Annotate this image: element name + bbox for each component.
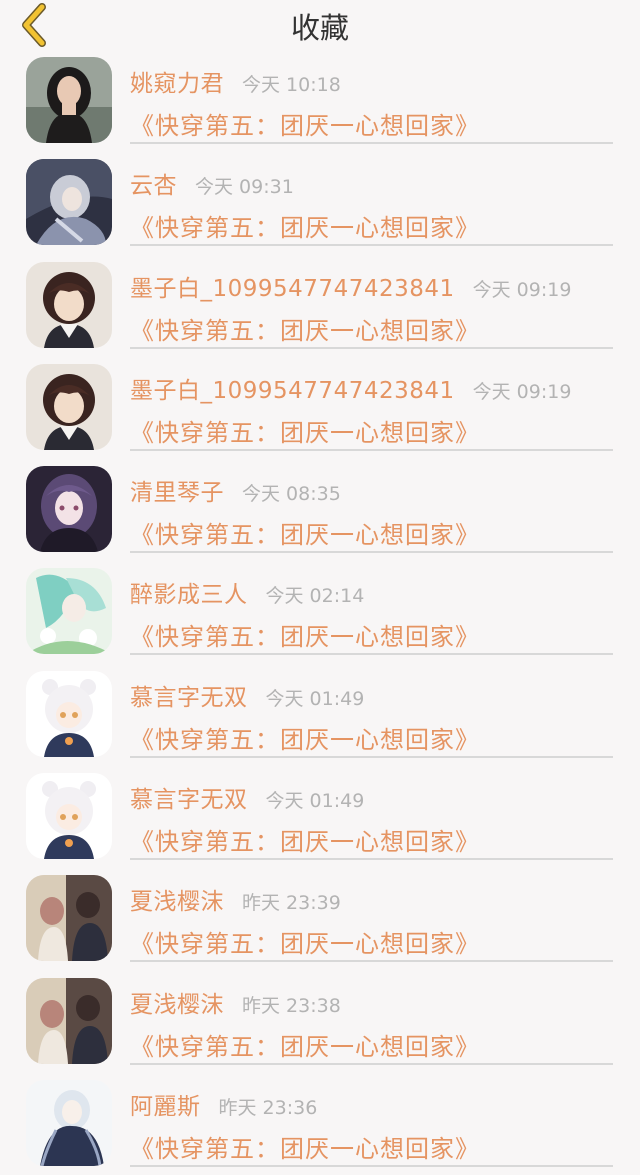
timestamp: 昨天 23:38 xyxy=(242,994,341,1017)
avatar[interactable] xyxy=(26,159,112,246)
favorites-list: 姚窥力君 今天 10:18 《快穿第五：团厌一心想回家》 云杏 今天 09:31… xyxy=(0,50,640,1175)
avatar[interactable] xyxy=(26,977,112,1064)
timestamp: 昨天 23:36 xyxy=(218,1096,318,1119)
list-item[interactable]: 姚窥力君 今天 10:18 《快穿第五：团厌一心想回家》 xyxy=(0,50,640,152)
timestamp: 今天 02:14 xyxy=(265,585,365,608)
timestamp: 今天 10:18 xyxy=(242,74,341,96)
book-title[interactable]: 《快穿第五：团厌一心想回家》 xyxy=(130,515,480,550)
item-header: 姚窥力君 今天 10:18 xyxy=(130,64,341,98)
book-title[interactable]: 《快穿第五：团厌一心想回家》 xyxy=(130,924,480,959)
timestamp: 今天 01:49 xyxy=(265,790,365,813)
list-item[interactable]: 云杏 今天 09:31 《快穿第五：团厌一心想回家》 xyxy=(0,152,640,254)
avatar[interactable] xyxy=(26,773,112,860)
book-title[interactable]: 《快穿第五：团厌一心想回家》 xyxy=(130,311,480,346)
item-header: 夏浅樱沫 昨天 23:38 xyxy=(130,985,341,1019)
list-item[interactable]: 墨子白_1099547747423841 今天 09:19 《快穿第五：团厌一心… xyxy=(0,255,640,357)
divider xyxy=(130,653,613,656)
divider xyxy=(130,142,613,144)
avatar[interactable] xyxy=(26,363,112,450)
list-item[interactable]: 清里琴子 今天 08:35 《快穿第五：团厌一心想回家》 xyxy=(0,459,640,561)
book-title[interactable]: 《快穿第五：团厌一心想回家》 xyxy=(130,1027,480,1062)
avatar[interactable] xyxy=(26,568,112,655)
divider xyxy=(130,244,613,247)
timestamp: 今天 08:35 xyxy=(242,483,341,506)
item-header: 夏浅樱沫 昨天 23:39 xyxy=(130,882,341,916)
item-header: 醉影成三人 今天 02:14 xyxy=(130,575,364,609)
list-item[interactable]: 墨子白_1099547747423841 今天 09:19 《快穿第五：团厌一心… xyxy=(0,357,640,459)
list-item[interactable]: 阿麗斯 昨天 23:36 《快穿第五：团厌一心想回家》 xyxy=(0,1073,640,1175)
avatar[interactable] xyxy=(26,670,112,757)
timestamp: 今天 09:19 xyxy=(472,278,572,301)
book-title[interactable]: 《快穿第五：团厌一心想回家》 xyxy=(130,413,480,448)
book-title[interactable]: 《快穿第五：团厌一心想回家》 xyxy=(130,617,480,652)
user-name[interactable]: 慕言字无双 xyxy=(130,780,248,814)
divider xyxy=(130,1164,613,1167)
list-item[interactable]: 慕言字无双 今天 01:49 《快穿第五：团厌一心想回家》 xyxy=(0,664,640,766)
divider xyxy=(130,858,613,861)
timestamp: 今天 09:19 xyxy=(472,380,572,403)
book-title[interactable]: 《快穿第五：团厌一心想回家》 xyxy=(130,720,480,755)
avatar[interactable] xyxy=(26,261,112,348)
user-name[interactable]: 阿麗斯 xyxy=(130,1087,201,1121)
user-name[interactable]: 清里琴子 xyxy=(130,473,224,507)
timestamp: 昨天 23:39 xyxy=(242,892,341,915)
divider xyxy=(130,755,613,758)
item-header: 墨子白_1099547747423841 今天 09:19 xyxy=(130,269,571,303)
book-title[interactable]: 《快穿第五：团厌一心想回家》 xyxy=(130,822,480,857)
list-item[interactable]: 醉影成三人 今天 02:14 《快穿第五：团厌一心想回家》 xyxy=(0,561,640,663)
user-name[interactable]: 醉影成三人 xyxy=(130,575,248,609)
avatar[interactable] xyxy=(26,466,112,553)
user-name[interactable]: 夏浅樱沫 xyxy=(130,985,224,1019)
avatar[interactable] xyxy=(26,57,112,143)
user-name[interactable]: 夏浅樱沫 xyxy=(130,882,224,916)
item-header: 慕言字无双 今天 01:49 xyxy=(130,678,364,712)
avatar[interactable] xyxy=(26,875,112,962)
item-header: 墨子白_1099547747423841 今天 09:19 xyxy=(130,371,571,405)
divider xyxy=(130,551,613,554)
list-item[interactable]: 慕言字无双 今天 01:49 《快穿第五：团厌一心想回家》 xyxy=(0,766,640,868)
user-name[interactable]: 墨子白_1099547747423841 xyxy=(130,371,455,405)
divider xyxy=(130,960,613,963)
divider xyxy=(130,346,613,349)
list-item[interactable]: 夏浅樱沫 昨天 23:38 《快穿第五：团厌一心想回家》 xyxy=(0,971,640,1073)
book-title[interactable]: 《快穿第五：团厌一心想回家》 xyxy=(130,208,480,243)
user-name[interactable]: 墨子白_1099547747423841 xyxy=(130,269,455,303)
item-header: 阿麗斯 昨天 23:36 xyxy=(130,1087,317,1121)
page-title: 收藏 xyxy=(290,11,349,45)
user-name[interactable]: 姚窥力君 xyxy=(130,64,224,98)
book-title[interactable]: 《快穿第五：团厌一心想回家》 xyxy=(130,1129,480,1164)
item-header: 清里琴子 今天 08:35 xyxy=(130,473,341,507)
user-name[interactable]: 慕言字无双 xyxy=(130,678,248,712)
list-item[interactable]: 夏浅樱沫 昨天 23:39 《快穿第五：团厌一心想回家》 xyxy=(0,868,640,970)
timestamp: 今天 01:49 xyxy=(265,687,365,710)
top-bar: 收藏 xyxy=(0,0,640,50)
avatar[interactable] xyxy=(26,1079,112,1166)
item-header: 慕言字无双 今天 01:49 xyxy=(130,780,364,814)
divider xyxy=(130,448,613,451)
divider xyxy=(130,1062,613,1065)
timestamp: 今天 09:31 xyxy=(195,176,294,199)
user-name[interactable]: 云杏 xyxy=(130,166,177,200)
book-title[interactable]: 《快穿第五：团厌一心想回家》 xyxy=(130,106,480,141)
item-header: 云杏 今天 09:31 xyxy=(130,166,294,200)
